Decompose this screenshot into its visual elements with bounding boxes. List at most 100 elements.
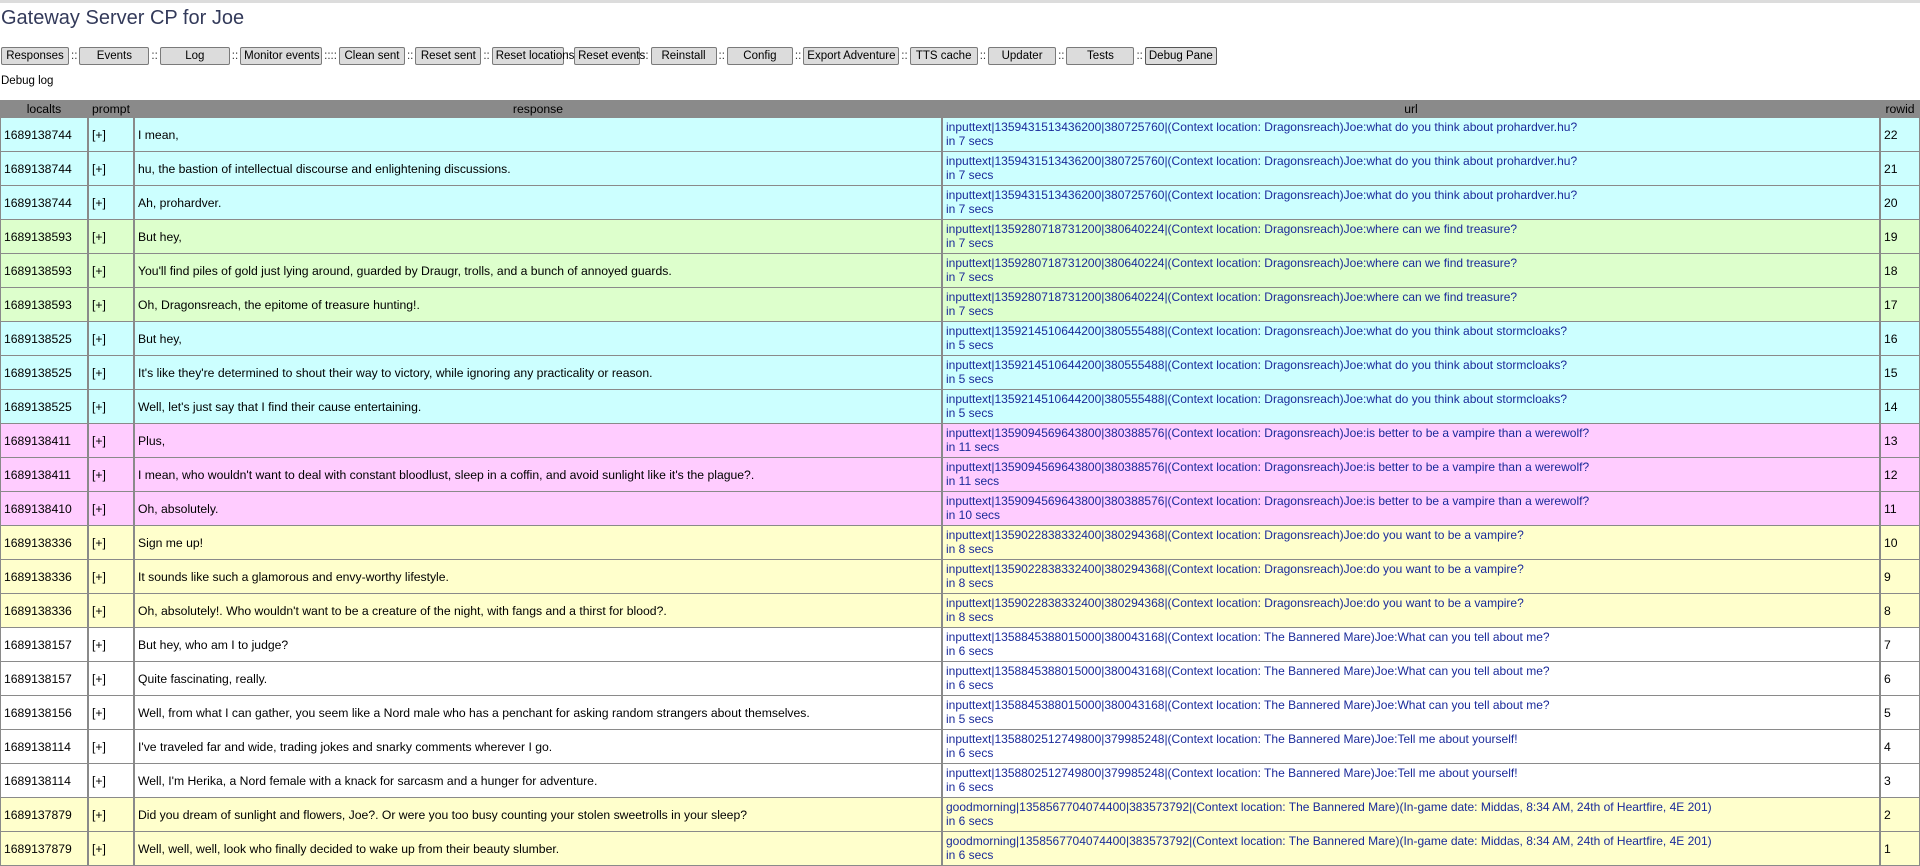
toolbar-button-reinstall[interactable]: Reinstall [650, 47, 717, 65]
cell-prompt-expand[interactable]: [+] [88, 118, 134, 152]
cell-prompt-expand[interactable]: [+] [88, 764, 134, 798]
toolbar-button-events[interactable]: Events [79, 47, 150, 65]
table-row: 1689138336 [+] It sounds like such a glamo… [0, 560, 1920, 594]
cell-response: Well, let's just say that I find their c… [134, 390, 942, 424]
cell-localts: 1689138157 [0, 628, 88, 662]
url-delay: in 6 secs [946, 746, 994, 760]
cell-rowid: 19 [1880, 220, 1920, 254]
cell-url: inputtext|1358802512749800|379985248|(Co… [942, 730, 1880, 764]
toolbar-button-reset-sent[interactable]: Reset sent [415, 47, 482, 65]
cell-prompt-expand[interactable]: [+] [88, 594, 134, 628]
toolbar-separator: :: [483, 50, 490, 62]
cell-rowid: 9 [1880, 560, 1920, 594]
cell-prompt-expand[interactable]: [+] [88, 288, 134, 322]
toolbar-separator: :::: [324, 50, 337, 62]
url-delay: in 10 secs [946, 508, 1001, 522]
url-delay: in 6 secs [946, 780, 994, 794]
toolbar-button-tts-cache[interactable]: TTS cache [909, 47, 978, 65]
cell-localts: 1689138336 [0, 526, 88, 560]
cell-prompt-expand[interactable]: [+] [88, 322, 134, 356]
cell-localts: 1689138114 [0, 730, 88, 764]
cell-prompt-expand[interactable]: [+] [88, 390, 134, 424]
cell-localts: 1689138744 [0, 118, 88, 152]
cell-prompt-expand[interactable]: [+] [88, 152, 134, 186]
cell-url: inputtext|1359022838332400|380294368|(Co… [942, 594, 1880, 628]
cell-prompt-expand[interactable]: [+] [88, 220, 134, 254]
cell-localts: 1689138336 [0, 594, 88, 628]
cell-prompt-expand[interactable]: [+] [88, 458, 134, 492]
toolbar-button-debug-pane[interactable]: Debug Pane [1144, 47, 1217, 65]
table-row: 1689138525 [+] It's like they're determine… [0, 356, 1920, 390]
cell-prompt-expand[interactable]: [+] [88, 492, 134, 526]
cell-prompt-expand[interactable]: [+] [88, 356, 134, 390]
cell-localts: 1689138525 [0, 390, 88, 424]
url-text: inputtext|1359094569643800|380388576|(Co… [946, 426, 1590, 440]
table-row: 1689138744 [+] I mean, inputtext|1359431513… [0, 118, 1920, 152]
toolbar-button-responses[interactable]: Responses [1, 47, 69, 65]
cell-prompt-expand[interactable]: [+] [88, 832, 134, 866]
cell-response: Did you dream of sunlight and flowers, J… [134, 798, 942, 832]
url-delay: in 6 secs [946, 678, 994, 692]
url-text: inputtext|1359214510644200|380555488|(Co… [946, 358, 1568, 372]
cell-prompt-expand[interactable]: [+] [88, 254, 134, 288]
url-delay: in 5 secs [946, 372, 994, 386]
cell-localts: 1689138410 [0, 492, 88, 526]
cell-rowid: 10 [1880, 526, 1920, 560]
toolbar-button-updater[interactable]: Updater [988, 47, 1057, 65]
cell-url: inputtext|1359214510644200|380555488|(Co… [942, 322, 1880, 356]
toolbar-button-reset-locations[interactable]: Reset locations [491, 47, 574, 65]
table-row: 1689138157 [+] But hey, who am I to judge?… [0, 628, 1920, 662]
cell-prompt-expand[interactable]: [+] [88, 662, 134, 696]
cell-localts: 1689137879 [0, 798, 88, 832]
cell-url: inputtext|1359094569643800|380388576|(Co… [942, 424, 1880, 458]
url-text: inputtext|1358802512749800|379985248|(Co… [946, 766, 1518, 780]
toolbar-button-reset-events[interactable]: Reset events [574, 47, 645, 65]
toolbar-button-monitor-events[interactable]: Monitor events [240, 47, 323, 65]
cell-prompt-expand[interactable]: [+] [88, 730, 134, 764]
cell-rowid: 2 [1880, 798, 1920, 832]
cell-localts: 1689138411 [0, 458, 88, 492]
toolbar-button-clean-sent[interactable]: Clean sent [338, 47, 405, 65]
toolbar-button-tests[interactable]: Tests [1066, 47, 1135, 65]
cell-prompt-expand[interactable]: [+] [88, 696, 134, 730]
url-text: inputtext|1359022838332400|380294368|(Co… [946, 562, 1524, 576]
url-delay: in 7 secs [946, 202, 994, 216]
url-text: goodmorning|1358567704074400|383573792|(… [946, 834, 1712, 848]
cell-prompt-expand[interactable]: [+] [88, 628, 134, 662]
toolbar-separator: :: [794, 50, 802, 62]
cell-prompt-expand[interactable]: [+] [88, 424, 134, 458]
url-delay: in 5 secs [946, 338, 994, 352]
cell-prompt-expand[interactable]: [+] [88, 186, 134, 220]
toolbar-button-config[interactable]: Config [726, 47, 793, 65]
cell-url: goodmorning|1358567704074400|383573792|(… [942, 832, 1880, 866]
cell-prompt-expand[interactable]: [+] [88, 560, 134, 594]
toolbar-separator: :: [565, 50, 573, 62]
cell-prompt-expand[interactable]: [+] [88, 798, 134, 832]
url-delay: in 6 secs [946, 644, 994, 658]
table-row: 1689137879 [+] Well, well, well, look who … [0, 832, 1920, 866]
toolbar-separator: :: [71, 50, 78, 62]
cell-url: inputtext|1359280718731200|380640224|(Co… [942, 220, 1880, 254]
cell-url: inputtext|1359094569643800|380388576|(Co… [942, 458, 1880, 492]
cell-url: inputtext|1359214510644200|380555488|(Co… [942, 390, 1880, 424]
cell-response: Well, I'm Herika, a Nord female with a k… [134, 764, 942, 798]
cell-rowid: 11 [1880, 492, 1920, 526]
cell-localts: 1689138525 [0, 322, 88, 356]
column-header-prompt: prompt [88, 100, 134, 118]
cell-rowid: 22 [1880, 118, 1920, 152]
cell-response: It's like they're determined to shout th… [134, 356, 942, 390]
debug-log-table: localts prompt response url rowid 1689138744… [0, 100, 1920, 866]
table-row: 1689138744 [+] hu, the bastion of intellec… [0, 152, 1920, 186]
cell-localts: 1689138593 [0, 254, 88, 288]
url-text: inputtext|1359022838332400|380294368|(Co… [946, 596, 1524, 610]
url-text: inputtext|1358845388015000|380043168|(Co… [946, 698, 1550, 712]
cell-url: inputtext|1358845388015000|380043168|(Co… [942, 628, 1880, 662]
table-row: 1689138411 [+] Plus, inputtext|135909456964… [0, 424, 1920, 458]
cell-localts: 1689138744 [0, 152, 88, 186]
cell-localts: 1689137879 [0, 832, 88, 866]
url-text: inputtext|1359094569643800|380388576|(Co… [946, 460, 1590, 474]
cell-prompt-expand[interactable]: [+] [88, 526, 134, 560]
toolbar-button-log[interactable]: Log [159, 47, 230, 65]
toolbar-button-export-adventure[interactable]: Export Adventure [803, 47, 900, 65]
cell-response: Well, from what I can gather, you seem l… [134, 696, 942, 730]
